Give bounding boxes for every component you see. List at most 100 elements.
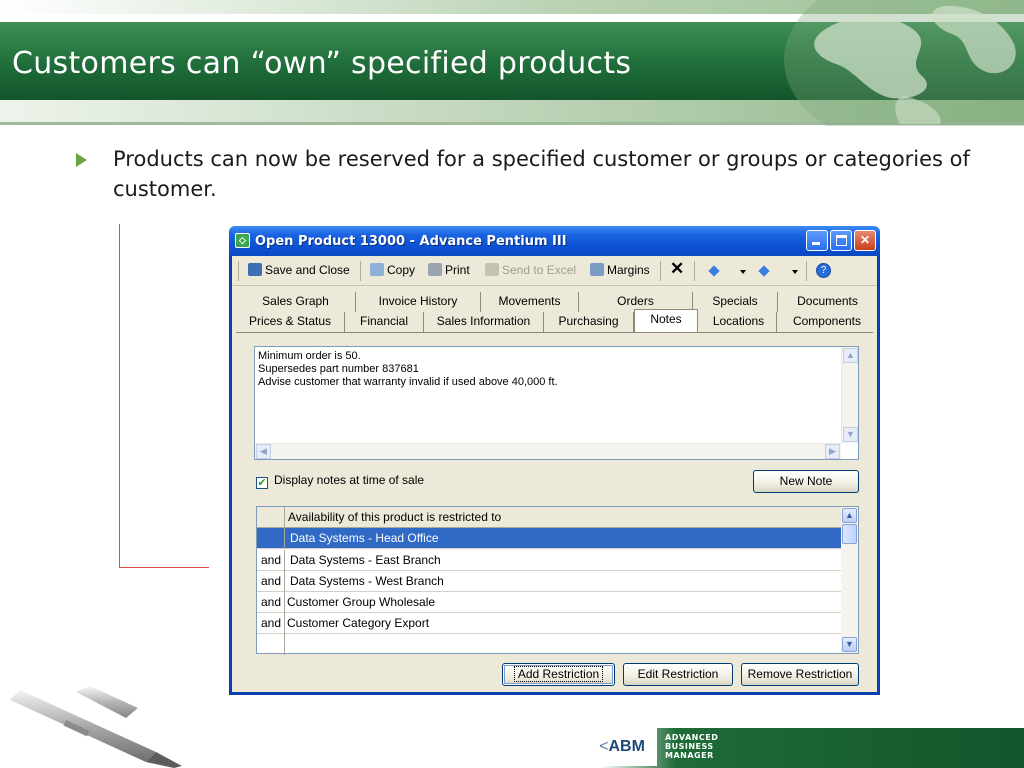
grid-header: Availability of this product is restrict… bbox=[257, 507, 841, 528]
row-operator bbox=[257, 634, 285, 655]
send-to-excel-label: Send to Excel bbox=[502, 263, 577, 277]
edit-restriction-button[interactable]: Edit Restriction bbox=[623, 663, 733, 686]
display-notes-checkbox[interactable]: ✔ bbox=[256, 477, 268, 489]
notes-vertical-scrollbar[interactable]: ▲ ▼ bbox=[841, 347, 858, 443]
app-icon[interactable]: ◇ bbox=[235, 233, 250, 248]
print-button[interactable]: Print bbox=[428, 263, 470, 277]
tagline-line: MANAGER bbox=[665, 751, 714, 760]
toolbar-grip bbox=[238, 261, 239, 281]
previous-record-icon[interactable] bbox=[708, 265, 720, 277]
slide-header: Customers can “own” specified products bbox=[0, 0, 1024, 126]
tab-notes[interactable]: Notes bbox=[634, 309, 698, 333]
maximize-icon bbox=[836, 235, 847, 246]
toolbar-separator bbox=[694, 261, 695, 281]
slide-title: Customers can “own” specified products bbox=[12, 46, 632, 81]
margins-label: Margins bbox=[607, 263, 650, 277]
toolbar-separator bbox=[360, 261, 361, 281]
display-notes-label: Display notes at time of sale bbox=[274, 473, 425, 487]
save-close-label: Save and Close bbox=[265, 263, 350, 277]
row-value: Data Systems - West Branch bbox=[290, 574, 444, 588]
margins-button[interactable]: Margins bbox=[590, 263, 650, 277]
tab-sales-graph[interactable]: Sales Graph bbox=[236, 292, 356, 312]
row-operator: and bbox=[257, 550, 285, 571]
table-row[interactable]: and Customer Category Export bbox=[257, 613, 841, 634]
row-operator: and bbox=[257, 571, 285, 592]
table-row[interactable]: and Data Systems - West Branch bbox=[257, 571, 841, 592]
scroll-left-icon[interactable]: ◀ bbox=[256, 444, 271, 459]
remove-restriction-button[interactable]: Remove Restriction bbox=[741, 663, 859, 686]
notes-horizontal-scrollbar[interactable]: ◀ ▶ bbox=[255, 443, 841, 459]
scroll-thumb[interactable] bbox=[842, 524, 857, 544]
tab-purchasing[interactable]: Purchasing bbox=[544, 312, 634, 332]
next-record-icon[interactable] bbox=[758, 265, 770, 277]
copy-button[interactable]: Copy bbox=[370, 263, 415, 277]
tab-invoice-history[interactable]: Invoice History bbox=[356, 292, 481, 312]
floppy-disk-icon bbox=[248, 263, 262, 276]
display-notes-option[interactable]: ✔ Display notes at time of sale bbox=[256, 473, 424, 489]
tab-financial[interactable]: Financial bbox=[345, 312, 424, 332]
add-restriction-button[interactable]: Add Restriction bbox=[502, 663, 615, 686]
excel-icon bbox=[485, 263, 499, 276]
row-value: Customer Group Wholesale bbox=[287, 595, 436, 609]
tab-components[interactable]: Components bbox=[777, 312, 877, 332]
table-row[interactable]: Data Systems - Head Office bbox=[257, 528, 841, 549]
close-button[interactable]: ✕ bbox=[854, 230, 876, 251]
toolbar-separator bbox=[660, 261, 661, 281]
help-icon[interactable]: ? bbox=[816, 263, 831, 278]
grid-vertical-scrollbar[interactable]: ▲ ▼ bbox=[841, 507, 858, 653]
tagline-line: BUSINESS bbox=[665, 742, 714, 751]
margins-icon bbox=[590, 263, 604, 276]
tab-documents[interactable]: Documents bbox=[778, 292, 877, 312]
tab-strip: Sales Graph Invoice History Movements Or… bbox=[236, 286, 877, 333]
close-icon: ✕ bbox=[859, 233, 871, 247]
tab-locations[interactable]: Locations bbox=[701, 312, 777, 332]
tab-prices-status[interactable]: Prices & Status bbox=[236, 312, 345, 332]
send-to-excel-button[interactable]: Send to Excel bbox=[485, 263, 576, 277]
tab-movements[interactable]: Movements bbox=[481, 292, 579, 312]
table-row-empty[interactable] bbox=[257, 634, 841, 655]
grid-header-label: Availability of this product is restrict… bbox=[288, 510, 502, 524]
scroll-up-icon[interactable]: ▲ bbox=[842, 508, 857, 523]
print-label: Print bbox=[445, 263, 470, 277]
scroll-up-icon[interactable]: ▲ bbox=[843, 348, 858, 363]
notes-line: Supersedes part number 837681 bbox=[258, 363, 419, 375]
chevron-down-icon[interactable] bbox=[792, 270, 798, 274]
window-titlebar[interactable]: ◇ Open Product 13000 - Advance Pentium I… bbox=[229, 226, 880, 256]
bullet-arrow-icon bbox=[76, 153, 87, 167]
scroll-down-icon[interactable]: ▼ bbox=[842, 637, 857, 652]
row-operator: and bbox=[257, 613, 285, 634]
tab-row-bottom: Prices & Status Financial Sales Informat… bbox=[236, 309, 877, 333]
annotation-line-horizontal bbox=[119, 567, 209, 568]
row-value: Data Systems - Head Office bbox=[290, 531, 439, 545]
delete-icon[interactable]: ✕ bbox=[670, 259, 684, 279]
maximize-button[interactable] bbox=[830, 230, 852, 251]
footer-bar bbox=[600, 728, 1024, 768]
row-value: Data Systems - East Branch bbox=[290, 553, 441, 567]
row-operator: and bbox=[257, 592, 285, 613]
add-restriction-label: Add Restriction bbox=[513, 666, 604, 682]
minimize-button[interactable] bbox=[806, 230, 828, 251]
tab-specials[interactable]: Specials bbox=[693, 292, 778, 312]
scroll-down-icon[interactable]: ▼ bbox=[843, 427, 858, 442]
tab-row-top: Sales Graph Invoice History Movements Or… bbox=[236, 292, 877, 312]
new-note-button[interactable]: New Note bbox=[753, 470, 859, 493]
row-operator bbox=[257, 528, 285, 549]
chevron-down-icon[interactable] bbox=[740, 270, 746, 274]
abm-logo-text: ABM bbox=[608, 738, 645, 755]
row-value: Customer Category Export bbox=[287, 616, 430, 630]
tab-sales-information[interactable]: Sales Information bbox=[424, 312, 544, 332]
scroll-right-icon[interactable]: ▶ bbox=[825, 444, 840, 459]
restriction-grid: Availability of this product is restrict… bbox=[256, 506, 859, 655]
table-row[interactable]: and Data Systems - East Branch bbox=[257, 550, 841, 571]
notes-textarea[interactable]: Minimum order is 50. Supersedes part num… bbox=[254, 346, 859, 460]
notes-panel: Minimum order is 50. Supersedes part num… bbox=[236, 332, 873, 686]
abm-tagline: ADVANCED BUSINESS MANAGER bbox=[665, 733, 718, 760]
save-close-button[interactable]: Save and Close bbox=[248, 263, 350, 277]
grid-header-op bbox=[257, 507, 285, 528]
pen-illustration bbox=[10, 686, 182, 768]
annotation-line-vertical bbox=[119, 224, 120, 568]
bullet-text: Products can now be reserved for a speci… bbox=[113, 147, 970, 201]
notes-line: Minimum order is 50. bbox=[258, 350, 361, 362]
table-row[interactable]: and Customer Group Wholesale bbox=[257, 592, 841, 613]
toolbar: Save and Close Copy Print Send to Excel … bbox=[232, 256, 877, 286]
